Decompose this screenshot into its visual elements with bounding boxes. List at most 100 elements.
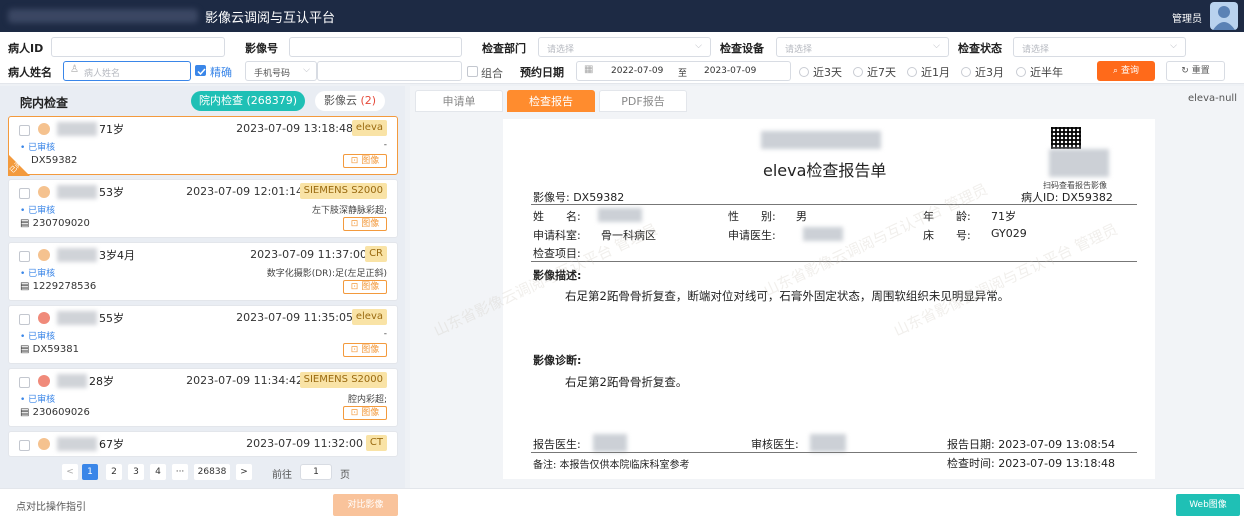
status-placeholder: 请选择 — [1022, 45, 1050, 55]
items-field-label: 检查项目: — [533, 247, 581, 260]
compare-button[interactable]: 对比影像 — [333, 494, 398, 516]
patient-name-blurred — [57, 437, 97, 451]
tab-application[interactable]: 申请单 — [415, 90, 503, 112]
web-image-button[interactable]: Web图像 — [1176, 494, 1240, 516]
image-button[interactable]: ⊡ 图像 — [343, 154, 387, 168]
phone-input[interactable] — [317, 61, 462, 81]
doctor-field-label: 申请医生: — [728, 229, 776, 242]
calendar-icon: ▦ — [584, 64, 594, 75]
hospital-name-blurred — [761, 131, 881, 149]
quick-radio-6m[interactable] — [1016, 67, 1026, 77]
age-value: 71岁 — [991, 210, 1016, 223]
remark: 备注: 本报告仅供本院临床科室参考 — [533, 460, 690, 471]
review-status: • 已审核 — [20, 395, 56, 405]
phone-type-select[interactable]: 手机号码 ⌵ — [245, 61, 317, 81]
avatar[interactable] — [1210, 2, 1238, 30]
report-date: 报告日期: 2023-07-09 13:08:54 — [947, 438, 1116, 451]
gender-field-label: 性 别: — [728, 210, 776, 223]
report-paper: eleva检查报告单 扫码查看报告影像 影像号: DX59382 病人ID: D… — [431, 119, 1155, 479]
admin-name[interactable]: 管理员 — [1172, 10, 1202, 25]
image-button[interactable]: ⊡ 图像 — [343, 217, 387, 231]
image-button[interactable]: ⊡ 图像 — [343, 280, 387, 294]
exam-desc: - — [383, 329, 387, 339]
exact-checkbox[interactable] — [195, 65, 206, 76]
date-range-picker[interactable]: ▦ 2022-07-09 至 2023-07-09 — [576, 61, 791, 81]
card-checkbox[interactable] — [19, 314, 30, 325]
device-select[interactable]: 请选择 ⌵ — [776, 37, 949, 57]
page-button[interactable]: 3 — [128, 464, 144, 480]
review-status-text: 已审核 — [28, 332, 56, 342]
query-label: 查询 — [1120, 66, 1139, 76]
image-no-input[interactable] — [289, 37, 462, 57]
quick-radio-1m[interactable] — [907, 67, 917, 77]
exam-card[interactable]: 53岁 2023-07-09 12:01:14 SIEMENS S2000 • … — [8, 179, 398, 238]
device-placeholder: 请选择 — [785, 45, 813, 55]
card-checkbox[interactable] — [19, 377, 30, 388]
review-status-text: 已审核 — [28, 395, 56, 405]
exam-card[interactable]: 55岁 2023-07-09 11:35:05 eleva • 已审核 - ▤ … — [8, 305, 398, 364]
quick-radio-3d[interactable] — [799, 67, 809, 77]
tab-report[interactable]: 检查报告 — [507, 90, 595, 112]
quick-radio-7d[interactable] — [853, 67, 863, 77]
goto-page-input[interactable]: 1 — [300, 464, 332, 480]
review-doctor-label: 审核医生: — [751, 438, 799, 451]
exam-card[interactable]: 28岁 2023-07-09 11:34:42 SIEMENS S2000 • … — [8, 368, 398, 427]
page-ellipsis[interactable]: ··· — [172, 464, 188, 480]
compare-guide-link[interactable]: 点对比操作指引 — [16, 498, 86, 513]
qr-code-blurred — [1049, 149, 1109, 177]
query-button[interactable]: ⌕ 查询 — [1097, 61, 1155, 81]
quick-label-1m: 近1月 — [921, 66, 950, 79]
exam-desc: - — [383, 140, 387, 150]
patient-name-blurred — [57, 185, 97, 199]
tab-pdf[interactable]: PDF报告 — [599, 90, 687, 112]
next-page-button[interactable]: > — [236, 464, 252, 480]
exam-desc: 数字化摄影(DR):足(左足正斜) — [266, 269, 387, 279]
status-select[interactable]: 请选择 ⌵ — [1013, 37, 1186, 57]
tab-cloud-count: (2) — [360, 94, 377, 107]
page-button[interactable]: 1 — [82, 464, 98, 480]
reset-label: 重置 — [1191, 66, 1210, 76]
page-button[interactable]: 2 — [106, 464, 122, 480]
name-field-label: 姓 名: — [533, 210, 581, 223]
exam-card[interactable]: 71岁 2023-07-09 13:18:48 eleva • 已审核 - DX… — [8, 116, 398, 176]
name-label: 病人姓名 — [8, 66, 52, 79]
exam-datetime: 2023-07-09 13:18:48 — [236, 122, 353, 135]
reset-button[interactable]: ↻ 重置 — [1166, 61, 1225, 81]
exam-id: ▤ DX59381 — [20, 344, 80, 355]
image-button[interactable]: ⊡ 图像 — [343, 406, 387, 420]
exam-card[interactable]: 3岁4月 2023-07-09 11:37:00 CR • 已审核 数字化摄影(… — [8, 242, 398, 301]
top-bar: 影像云调阅与互认平台 管理员 — [0, 0, 1244, 32]
dept-value: 骨一科病区 — [601, 229, 656, 242]
card-checkbox[interactable] — [19, 440, 30, 451]
date-from[interactable]: 2022-07-09 — [611, 66, 663, 76]
male-avatar-icon — [38, 249, 50, 261]
card-checkbox[interactable] — [19, 251, 30, 262]
device-label: 检查设备 — [720, 42, 764, 55]
exam-card[interactable]: 67岁 2023-07-09 11:32:00 CT — [8, 431, 398, 457]
chevron-down-icon: ⌵ — [1170, 41, 1177, 51]
dept-select[interactable]: 请选择 ⌵ — [538, 37, 711, 57]
date-to[interactable]: 2023-07-09 — [704, 66, 756, 76]
patient-age: 28岁 — [89, 375, 114, 388]
filter-panel: 病人ID 影像号 检查部门 请选择 ⌵ 检查设备 请选择 ⌵ 检查状态 请选择 … — [0, 32, 1244, 84]
male-avatar-icon — [38, 186, 50, 198]
patient-name-blurred — [598, 208, 642, 222]
image-button[interactable]: ⊡ 图像 — [343, 343, 387, 357]
patient-id-input[interactable] — [51, 37, 225, 57]
pagination: < 1 2 3 4 ··· 26838 > 前往 1 页 — [0, 460, 405, 484]
page-button[interactable]: 4 — [150, 464, 166, 480]
exam-datetime: 2023-07-09 11:34:42 — [186, 374, 303, 387]
name-input[interactable]: ♙ 病人姓名 — [63, 61, 191, 81]
review-status: • 已审核 — [20, 332, 56, 342]
quick-radio-3m[interactable] — [961, 67, 971, 77]
patient-name-blurred — [57, 311, 97, 325]
card-checkbox[interactable] — [19, 188, 30, 199]
tab-internal[interactable]: 院内检查 (268379) — [191, 91, 305, 111]
diag-title: 影像诊断: — [533, 354, 582, 367]
card-checkbox[interactable] — [19, 125, 30, 136]
tab-cloud[interactable]: 影像云 (2) — [315, 91, 385, 111]
page-button-last[interactable]: 26838 — [194, 464, 230, 480]
prev-page-button[interactable]: < — [62, 464, 78, 480]
divider — [531, 204, 1137, 205]
combo-checkbox[interactable] — [467, 66, 478, 77]
